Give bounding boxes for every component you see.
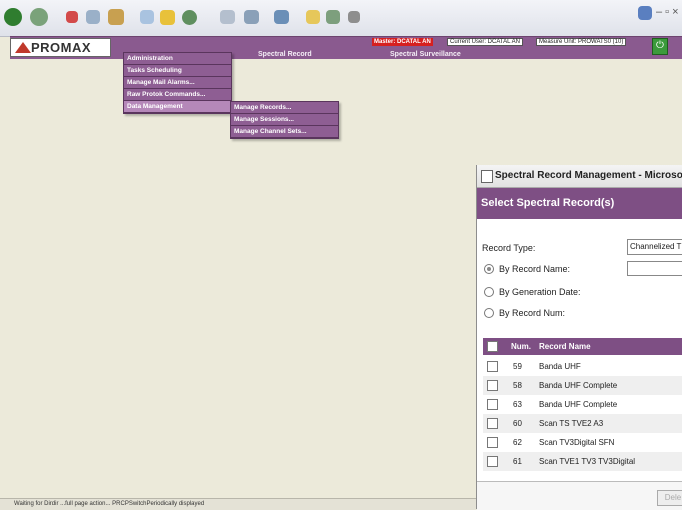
delete-button[interactable]: Dele xyxy=(657,490,682,506)
by-num-label: By Record Num: xyxy=(499,308,566,318)
column-num: Num. xyxy=(511,342,531,351)
row-checkbox[interactable] xyxy=(487,380,498,391)
promax-logo: PROMAX xyxy=(10,38,111,57)
back-icon[interactable] xyxy=(4,8,22,26)
menu-item-manage-mail-alarms[interactable]: Manage Mail Alarms... xyxy=(124,77,231,89)
row-checkbox[interactable] xyxy=(487,399,498,410)
home-icon[interactable] xyxy=(108,9,124,25)
by-date-radio[interactable] xyxy=(484,287,494,297)
menu-item-tasks-scheduling[interactable]: Tasks Scheduling xyxy=(124,65,231,77)
spectral-record-dialog: Spectral Record Management - Microsoft S… xyxy=(476,165,682,510)
stop-icon[interactable] xyxy=(66,11,78,23)
table-row[interactable]: 59 Banda UHF xyxy=(483,357,682,376)
record-num: 59 xyxy=(513,362,522,371)
window-controls[interactable]: – ▫ × xyxy=(656,6,679,18)
history-icon[interactable] xyxy=(182,10,197,25)
menu-item-data-management[interactable]: Data Management xyxy=(124,101,231,113)
mail-icon[interactable] xyxy=(220,10,235,24)
menu-item-manage-records[interactable]: Manage Records... xyxy=(231,102,338,114)
dialog-titlebar[interactable]: Spectral Record Management - Microsoft xyxy=(477,165,682,188)
menu-item-raw-protok-commands[interactable]: Raw Protok Commands... xyxy=(124,89,231,101)
search-icon[interactable] xyxy=(140,10,154,24)
record-name: Scan TS TVE2 A3 xyxy=(539,419,604,428)
record-num: 63 xyxy=(513,400,522,409)
windows-logo-icon xyxy=(638,6,652,20)
record-type-select[interactable]: Channelized T xyxy=(627,239,682,255)
window-icon xyxy=(481,170,493,183)
browser-status-bar: Waiting for Dirdir ...full page action..… xyxy=(0,498,476,510)
record-name: Scan TVE1 TV3 TV3Digital xyxy=(539,457,636,466)
measure-unit-status: Measure Unit: PROWATS0 (10) xyxy=(536,38,627,46)
dialog-header: Select Spectral Record(s) xyxy=(477,188,682,219)
row-checkbox[interactable] xyxy=(487,456,498,467)
menu-item-administration[interactable]: Administration xyxy=(124,53,231,65)
by-date-label: By Generation Date: xyxy=(499,287,581,297)
select-all-checkbox[interactable] xyxy=(487,341,498,352)
nav-spectral-surveillance[interactable]: Spectral Surveillance xyxy=(390,51,461,58)
research-icon[interactable] xyxy=(348,11,360,23)
favorites-icon[interactable] xyxy=(160,10,175,25)
record-num: 58 xyxy=(513,381,522,390)
refresh-icon[interactable] xyxy=(86,10,100,24)
menu-item-manage-sessions[interactable]: Manage Sessions... xyxy=(231,114,338,126)
discuss-icon[interactable] xyxy=(306,10,320,24)
status-text: Waiting for Dirdir ...full page action..… xyxy=(14,501,205,507)
forward-icon[interactable] xyxy=(30,8,48,26)
record-num: 62 xyxy=(513,438,522,447)
data-management-submenu: Manage Records... Manage Sessions... Man… xyxy=(230,101,339,139)
table-row[interactable]: 62 Scan TV3Digital SFN xyxy=(483,433,682,452)
record-name-input[interactable] xyxy=(627,261,682,276)
record-num: 61 xyxy=(513,457,522,466)
menu-item-manage-channel-sets[interactable]: Manage Channel Sets... xyxy=(231,126,338,138)
dialog-window-title: Spectral Record Management - Microsoft xyxy=(495,170,682,181)
record-name: Banda UHF Complete xyxy=(539,381,618,390)
record-name: Scan TV3Digital SFN xyxy=(539,438,615,447)
by-num-radio[interactable] xyxy=(484,308,494,318)
record-name: Banda UHF Complete xyxy=(539,400,618,409)
logo-triangle-icon xyxy=(15,42,31,53)
row-checkbox[interactable] xyxy=(487,361,498,372)
table-row[interactable]: 61 Scan TVE1 TV3 TV3Digital xyxy=(483,452,682,471)
table-row[interactable]: 63 Banda UHF Complete xyxy=(483,395,682,414)
records-table-header: Num. Record Name xyxy=(483,338,682,355)
logout-button[interactable]: ⏻ xyxy=(652,38,668,55)
current-user-status: Current User: DCATAL AN xyxy=(447,38,523,46)
table-row[interactable]: 58 Banda UHF Complete xyxy=(483,376,682,395)
by-name-label: By Record Name: xyxy=(499,264,571,274)
record-name: Banda UHF xyxy=(539,362,581,371)
dialog-footer: Dele xyxy=(477,481,682,510)
record-type-label: Record Type: xyxy=(482,243,536,253)
admin-menu: Administration Tasks Scheduling Manage M… xyxy=(123,52,232,114)
row-checkbox[interactable] xyxy=(487,418,498,429)
print-icon[interactable] xyxy=(244,10,259,24)
browser-toolbar: – ▫ × xyxy=(0,0,682,37)
table-row[interactable]: 60 Scan TS TVE2 A3 xyxy=(483,414,682,433)
master-status-badge: Master: DCATAL AN xyxy=(372,38,433,46)
by-name-radio[interactable] xyxy=(484,264,494,274)
nav-spectral-record[interactable]: Spectral Record xyxy=(258,51,312,58)
messenger-icon[interactable] xyxy=(326,10,340,24)
edit-icon[interactable] xyxy=(274,10,289,24)
record-num: 60 xyxy=(513,419,522,428)
row-checkbox[interactable] xyxy=(487,437,498,448)
column-record-name: Record Name xyxy=(539,342,591,351)
